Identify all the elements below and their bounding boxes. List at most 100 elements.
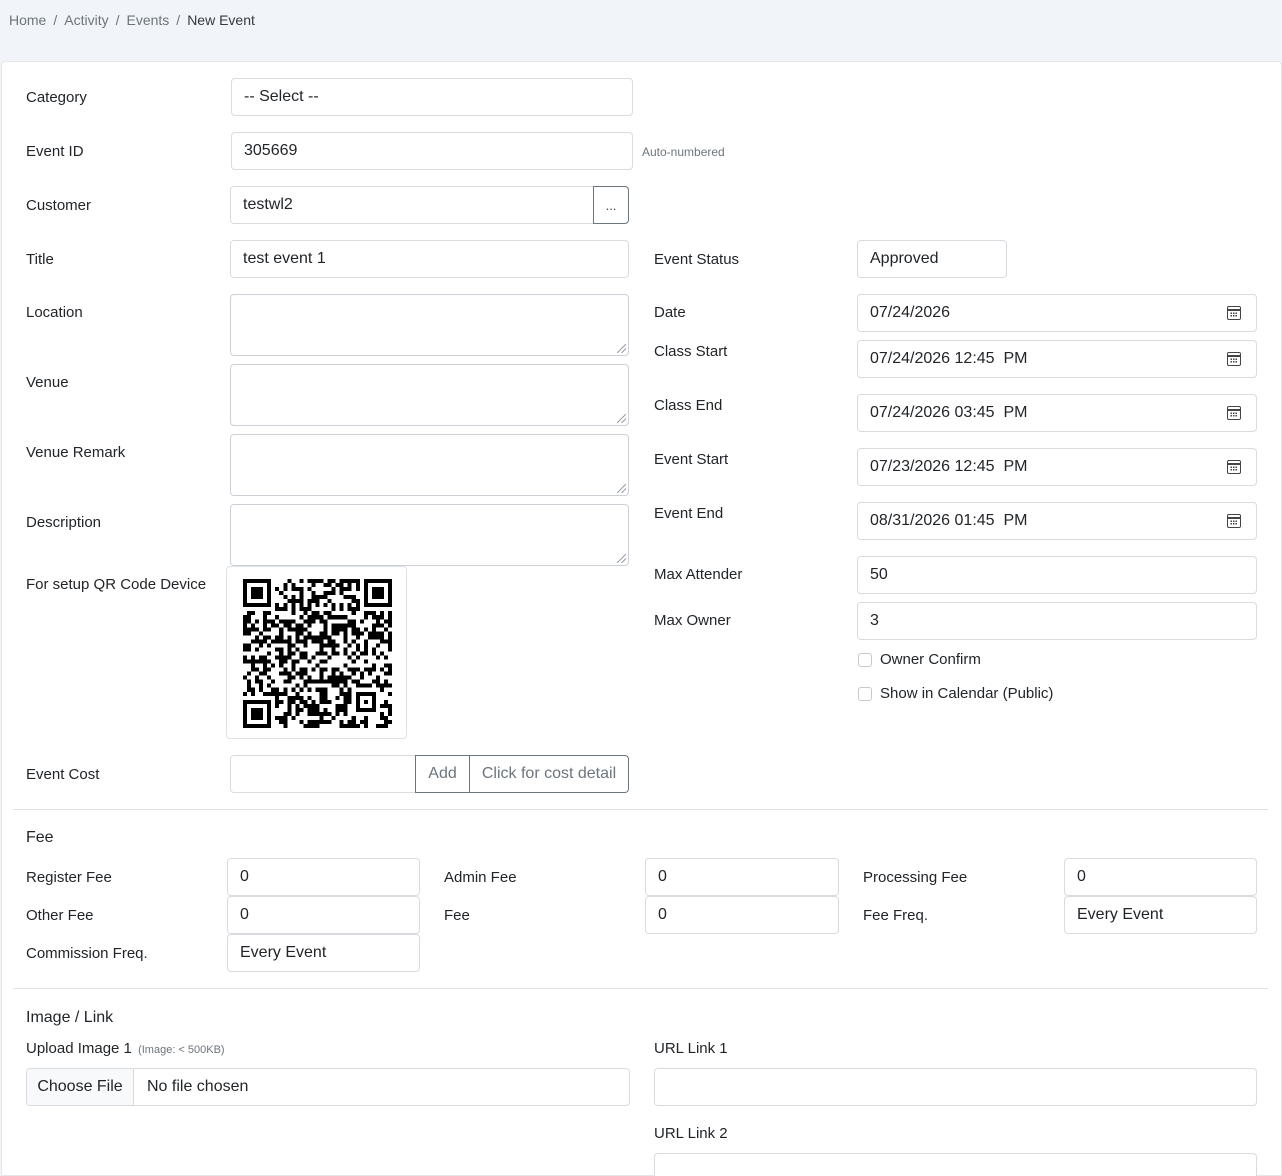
event-start-input[interactable]: 07/23/2026 12:45 PM: [857, 448, 1257, 486]
calendar-icon[interactable]: [1227, 514, 1241, 528]
event-end-label: Event End: [654, 505, 724, 522]
owner-confirm-label[interactable]: Owner Confirm: [880, 650, 981, 670]
max-attender-value: 50: [870, 566, 888, 583]
show-calendar-label[interactable]: Show in Calendar (Public): [880, 684, 1053, 704]
commission-freq-label: Commission Freq.: [26, 945, 148, 962]
qr-code-icon: [243, 579, 392, 728]
breadcrumb-separator: /: [53, 12, 58, 28]
class-end-value: 07/24/2026 03:45 PM: [870, 404, 1028, 421]
no-file-chosen-text: No file chosen: [147, 1078, 249, 1095]
resize-grip-icon[interactable]: [617, 414, 626, 423]
title-label: Title: [26, 251, 54, 268]
category-select[interactable]: -- Select --: [231, 78, 633, 116]
upload-image-hint: (Image: < 500KB): [138, 1044, 225, 1056]
register-fee-value: 0: [240, 868, 249, 885]
event-id-label: Event ID: [26, 143, 84, 160]
admin-fee-value: 0: [658, 868, 667, 885]
resize-grip-icon[interactable]: [617, 484, 626, 493]
calendar-icon[interactable]: [1227, 460, 1241, 474]
fee-freq-label: Fee Freq.: [863, 907, 929, 924]
breadcrumb-activity[interactable]: Activity: [64, 12, 108, 28]
url-link-1-input[interactable]: [654, 1068, 1257, 1106]
other-fee-value: 0: [240, 906, 249, 923]
date-label: Date: [654, 304, 686, 321]
customer-value: testwl2: [243, 196, 293, 213]
fee-freq-value: Every Event: [1077, 906, 1164, 923]
auto-numbered-hint: Auto-numbered: [642, 145, 725, 159]
breadcrumb-home[interactable]: Home: [9, 12, 46, 28]
resize-grip-icon[interactable]: [617, 344, 626, 353]
upload-image-label-text: Upload Image 1: [26, 1040, 132, 1057]
register-fee-input[interactable]: 0: [227, 858, 420, 896]
url-link-2-input[interactable]: [654, 1153, 1257, 1176]
qr-code-frame: [226, 566, 407, 739]
description-textarea[interactable]: [230, 504, 629, 566]
max-owner-input[interactable]: 3: [857, 602, 1257, 640]
processing-fee-input[interactable]: 0: [1064, 858, 1257, 896]
breadcrumb-events[interactable]: Events: [126, 12, 169, 28]
venue-remark-label: Venue Remark: [26, 444, 126, 461]
location-textarea[interactable]: [230, 294, 629, 356]
description-label: Description: [26, 514, 102, 531]
calendar-icon[interactable]: [1227, 352, 1241, 366]
category-label: Category: [26, 89, 87, 106]
max-attender-input[interactable]: 50: [857, 556, 1257, 594]
url-link-1-label: URL Link 1: [654, 1040, 728, 1057]
customer-input[interactable]: testwl2: [230, 186, 595, 224]
venue-textarea[interactable]: [230, 364, 629, 426]
event-end-input[interactable]: 08/31/2026 01:45 PM: [857, 502, 1257, 540]
other-fee-input[interactable]: 0: [227, 896, 420, 934]
customer-label: Customer: [26, 197, 92, 214]
venue-label: Venue: [26, 374, 69, 391]
calendar-icon[interactable]: [1227, 406, 1241, 420]
commission-freq-value: Every Event: [240, 944, 327, 961]
location-label: Location: [26, 304, 83, 321]
event-cost-add-button[interactable]: Add: [415, 755, 470, 793]
class-start-label: Class Start: [654, 343, 728, 360]
upload-image-file-input[interactable]: Choose File No file chosen: [26, 1068, 630, 1106]
event-id-input[interactable]: 305669: [231, 132, 633, 170]
event-start-value: 07/23/2026 12:45 PM: [870, 458, 1028, 475]
class-start-input[interactable]: 07/24/2026 12:45 PM: [857, 340, 1257, 378]
choose-file-button[interactable]: Choose File: [27, 1069, 134, 1105]
fee-freq-select[interactable]: Every Event: [1064, 896, 1257, 934]
class-start-value: 07/24/2026 12:45 PM: [870, 350, 1028, 367]
category-select-value: -- Select --: [244, 88, 319, 105]
processing-fee-value: 0: [1077, 868, 1086, 885]
event-cost-input[interactable]: [230, 755, 417, 793]
calendar-icon[interactable]: [1227, 306, 1241, 320]
upload-image-label: Upload Image 1 (Image: < 500KB): [26, 1040, 225, 1057]
date-input[interactable]: 07/24/2026: [857, 294, 1257, 332]
event-status-value: Approved: [870, 250, 939, 267]
max-owner-label: Max Owner: [654, 612, 731, 629]
divider: [13, 809, 1268, 810]
breadcrumb-separator: /: [176, 12, 181, 28]
commission-freq-select[interactable]: Every Event: [227, 934, 420, 972]
breadcrumb: Home / Activity / Events / New Event: [9, 12, 255, 28]
breadcrumb-current: New Event: [187, 12, 255, 28]
venue-remark-textarea[interactable]: [230, 434, 629, 496]
image-link-heading: Image / Link: [26, 1009, 114, 1026]
admin-fee-input[interactable]: 0: [645, 858, 839, 896]
cost-detail-button[interactable]: Click for cost detail: [469, 755, 629, 793]
event-start-label: Event Start: [654, 451, 729, 468]
fee-input[interactable]: 0: [645, 896, 839, 934]
event-status-select[interactable]: Approved: [857, 240, 1007, 278]
resize-grip-icon[interactable]: [617, 554, 626, 563]
url-link-2-label: URL Link 2: [654, 1125, 728, 1142]
other-fee-label: Other Fee: [26, 907, 94, 924]
max-owner-value: 3: [870, 612, 879, 629]
event-cost-label: Event Cost: [26, 766, 100, 783]
divider: [13, 988, 1268, 989]
max-attender-label: Max Attender: [654, 566, 743, 583]
event-end-value: 08/31/2026 01:45 PM: [870, 512, 1028, 529]
event-id-value: 305669: [244, 142, 298, 159]
event-status-label: Event Status: [654, 251, 740, 268]
qr-label: For setup QR Code Device: [26, 576, 207, 593]
class-end-input[interactable]: 07/24/2026 03:45 PM: [857, 394, 1257, 432]
title-input[interactable]: test event 1: [230, 240, 629, 278]
admin-fee-label: Admin Fee: [444, 869, 517, 886]
show-calendar-checkbox[interactable]: [858, 687, 872, 701]
owner-confirm-checkbox[interactable]: [858, 653, 872, 667]
customer-lookup-button[interactable]: ...: [593, 186, 629, 224]
